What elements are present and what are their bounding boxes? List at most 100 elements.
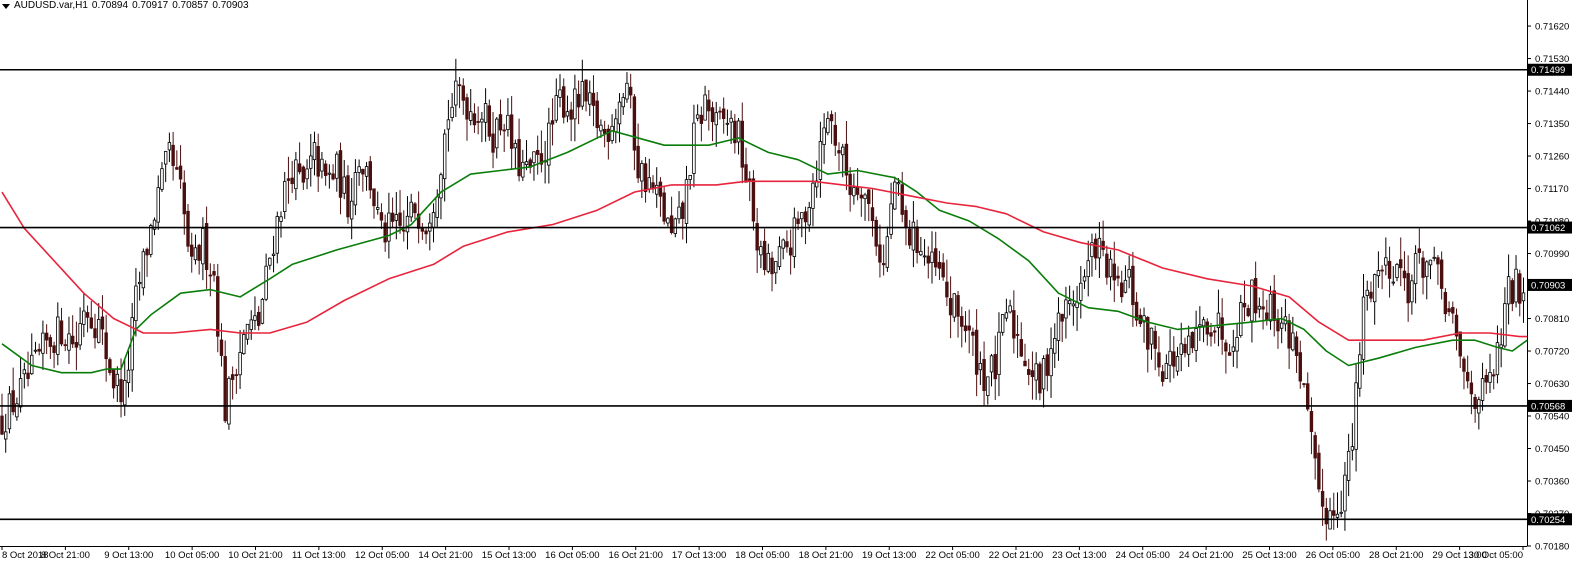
- candle-body: [707, 99, 711, 112]
- candle-body: [1015, 334, 1020, 336]
- candle: [837, 142, 841, 171]
- candle: [628, 73, 633, 109]
- candle: [1279, 307, 1284, 344]
- candle-body: [44, 332, 49, 341]
- candle: [762, 228, 767, 276]
- candle: [777, 236, 782, 270]
- candle-body: [275, 216, 279, 254]
- candle-body: [926, 255, 930, 264]
- candle: [1179, 322, 1183, 372]
- candle-body: [1093, 238, 1098, 259]
- candle-body: [201, 228, 205, 265]
- candle: [803, 206, 808, 245]
- candle: [201, 217, 205, 281]
- candle-body: [636, 145, 640, 179]
- candle: [733, 114, 737, 154]
- candle: [521, 149, 525, 181]
- candle-body: [1082, 276, 1087, 282]
- candle-body: [100, 316, 105, 330]
- candle-body: [710, 107, 715, 123]
- candle: [70, 315, 75, 348]
- candle: [934, 231, 938, 277]
- candle-body: [227, 377, 231, 425]
- candle-body: [301, 166, 306, 183]
- candle-body: [740, 120, 744, 168]
- candle-body: [521, 161, 525, 178]
- candle-body: [1071, 303, 1076, 307]
- candle: [56, 302, 60, 366]
- candle: [997, 312, 1001, 397]
- candle-body: [327, 172, 332, 175]
- candle-body: [1521, 292, 1526, 302]
- candle-body: [1439, 259, 1444, 289]
- candle: [234, 368, 239, 394]
- candle: [971, 327, 975, 357]
- candle-body: [271, 253, 276, 256]
- candle-body: [1027, 369, 1031, 375]
- triangle-down-icon[interactable]: [2, 4, 10, 9]
- candle: [640, 160, 644, 198]
- candle: [1253, 261, 1258, 322]
- candle: [275, 211, 279, 264]
- candle: [1473, 393, 1477, 423]
- candle: [428, 213, 432, 251]
- candle-body: [785, 241, 789, 248]
- candle: [100, 295, 105, 345]
- candle-body: [554, 95, 558, 121]
- candle-body: [457, 84, 462, 87]
- candle: [160, 162, 164, 192]
- candle: [1127, 255, 1131, 289]
- candle-body: [573, 88, 577, 120]
- candle: [156, 175, 160, 230]
- candle: [1447, 301, 1451, 317]
- candle: [145, 247, 149, 277]
- candle-body: [837, 150, 841, 154]
- candle: [740, 102, 744, 184]
- candle-body: [524, 161, 529, 166]
- x-tick-label: 14 Oct 21:00: [418, 550, 472, 561]
- candle: [30, 333, 34, 375]
- candle: [1023, 343, 1027, 367]
- candle: [372, 188, 376, 219]
- candle: [271, 235, 276, 273]
- y-tick-label: 0.71170: [1535, 184, 1569, 195]
- candle: [1492, 369, 1496, 390]
- candle: [253, 296, 257, 331]
- candle-body: [1391, 281, 1395, 284]
- candle: [450, 93, 454, 122]
- candle-body: [952, 293, 957, 318]
- candle-body: [260, 299, 265, 324]
- candle-body: [729, 117, 733, 123]
- candle-body: [1298, 352, 1302, 382]
- candle: [785, 230, 789, 253]
- high-value: 0.70917: [132, 0, 169, 11]
- candle-body: [669, 215, 674, 233]
- candle-body: [305, 168, 309, 180]
- candle: [141, 248, 146, 296]
- candle: [368, 156, 372, 199]
- candle-body: [617, 101, 622, 125]
- candle: [833, 112, 837, 157]
- candle-body: [1421, 257, 1425, 278]
- candle-body: [878, 244, 882, 263]
- candle: [1175, 346, 1180, 376]
- candle-body: [1045, 354, 1050, 376]
- candle: [1231, 329, 1236, 367]
- candle: [1346, 433, 1351, 497]
- candle-body: [725, 122, 730, 125]
- candle: [245, 323, 250, 345]
- candle: [1313, 431, 1317, 480]
- candle: [986, 376, 990, 405]
- candle-body: [863, 194, 867, 200]
- x-tick-label: 17 Oct 13:00: [672, 550, 726, 561]
- candle-body: [1224, 342, 1228, 352]
- candle-body: [922, 255, 927, 258]
- candle: [1413, 245, 1418, 304]
- candle: [1417, 228, 1422, 264]
- price-chart[interactable]: 0.71620 0.71530 0.71440 0.71350 0.71260 0.711…: [0, 0, 1589, 569]
- candle: [591, 75, 596, 127]
- candle: [7, 386, 12, 434]
- candle: [669, 196, 674, 235]
- candle-body: [1451, 307, 1455, 314]
- candle: [402, 210, 406, 242]
